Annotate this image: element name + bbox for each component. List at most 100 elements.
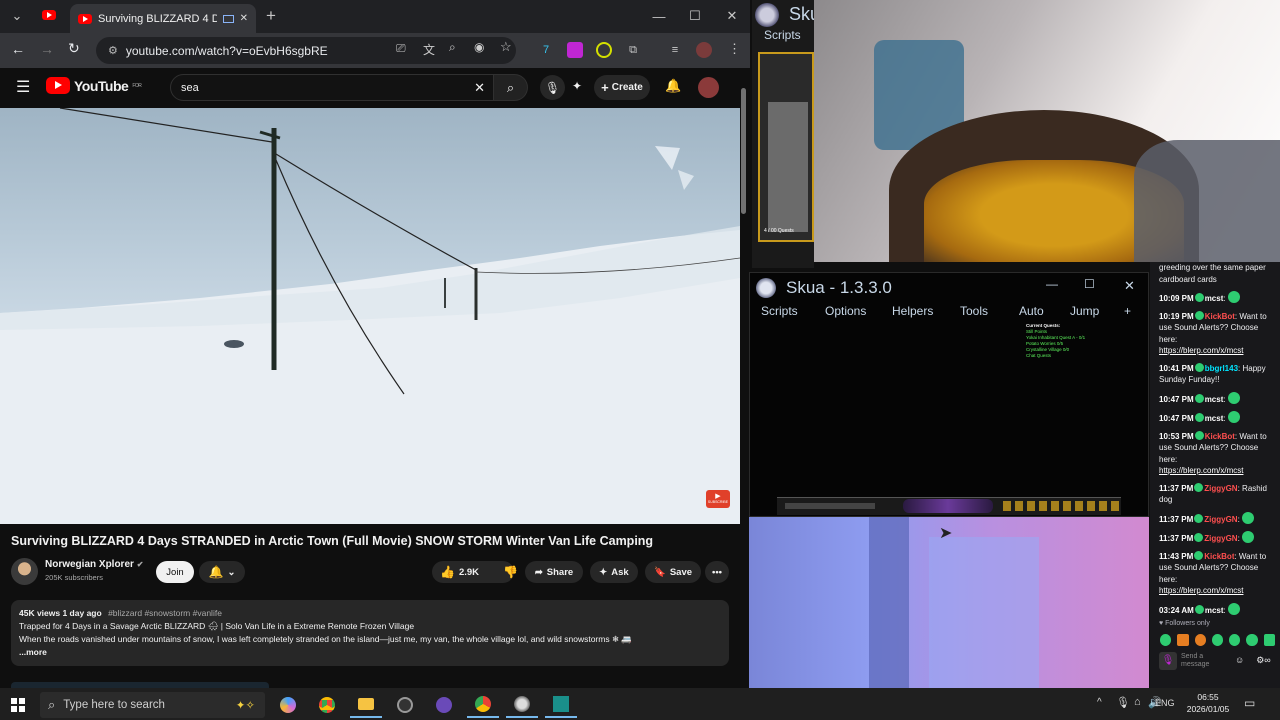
join-button[interactable]: Join bbox=[156, 561, 194, 583]
profile-avatar[interactable] bbox=[696, 42, 712, 58]
skua-top-scripts-menu[interactable]: Scripts bbox=[764, 28, 801, 42]
voice-search-button[interactable]: 🎙 bbox=[540, 75, 565, 100]
forward-arrow-icon[interactable]: → bbox=[40, 41, 54, 57]
video-description[interactable]: 45K views 1 day ago #blizzard #snowstorm… bbox=[11, 600, 729, 666]
chat-username[interactable]: ZiggyGN bbox=[1204, 534, 1237, 543]
channel-name[interactable]: Norwegian Xplorer ✔ bbox=[45, 559, 143, 570]
tab-close-icon[interactable]: ✕ bbox=[240, 13, 248, 24]
chat-username[interactable]: ZiggyGN bbox=[1204, 484, 1237, 493]
taskbar-skua[interactable] bbox=[506, 692, 538, 718]
emote-icon[interactable] bbox=[1177, 633, 1189, 646]
minimize-button[interactable]: — bbox=[646, 3, 672, 29]
skua-minimize-button[interactable]: — bbox=[1046, 277, 1058, 291]
taskbar-search-box[interactable]: ⌕ Type here to search ✦✧ bbox=[40, 692, 265, 718]
skua-close-button[interactable]: ✕ bbox=[1124, 278, 1135, 294]
emote-icon[interactable] bbox=[1211, 633, 1224, 646]
extension-3-icon[interactable] bbox=[596, 42, 612, 58]
emote-icon[interactable] bbox=[1194, 633, 1206, 646]
emote-icon[interactable] bbox=[1263, 633, 1275, 646]
chat-username[interactable]: ZiggyGN bbox=[1204, 515, 1237, 524]
hamburger-menu-icon[interactable]: ☰ bbox=[16, 77, 30, 97]
hashtags[interactable]: #blizzard #snowstorm #vanlife bbox=[108, 608, 222, 618]
skill-slots[interactable] bbox=[903, 499, 993, 513]
emote-icon[interactable] bbox=[1229, 633, 1241, 646]
chrome-menu-icon[interactable]: ⋮ bbox=[728, 41, 741, 57]
url-text[interactable]: youtube.com/watch?v=oEvbH6sgbRE bbox=[126, 44, 328, 58]
chat-username[interactable]: mcst bbox=[1205, 395, 1224, 404]
zoom-icon[interactable]: ⌕ bbox=[449, 40, 456, 55]
save-button[interactable]: 🔖 Save bbox=[645, 561, 701, 583]
youtube-search-input[interactable]: sea ✕ bbox=[170, 74, 494, 101]
start-button[interactable] bbox=[2, 692, 34, 718]
create-button[interactable]: + Create bbox=[594, 75, 650, 100]
mic-badge-icon[interactable]: 🎙 bbox=[1159, 651, 1177, 670]
chat-send-input[interactable]: Send a message bbox=[1181, 653, 1231, 669]
show-more-link[interactable]: ...more bbox=[19, 646, 721, 659]
taskbar-app-4[interactable] bbox=[389, 692, 421, 718]
thumbs-down-icon[interactable]: 👎 bbox=[503, 565, 518, 579]
skua-menu-options[interactable]: Options bbox=[825, 304, 866, 318]
notification-center-icon[interactable]: ▭ bbox=[1244, 696, 1255, 710]
chat-username[interactable]: KickBot bbox=[1205, 312, 1235, 321]
account-avatar[interactable] bbox=[698, 77, 719, 98]
taskbar-copilot[interactable] bbox=[272, 692, 304, 718]
skua-menu-add[interactable]: + bbox=[1124, 304, 1131, 318]
translate-icon[interactable]: 文 bbox=[423, 41, 435, 58]
reload-icon[interactable]: ↻ bbox=[68, 40, 80, 57]
like-button[interactable]: 👍 2.9K bbox=[440, 565, 479, 579]
cast-icon[interactable]: ⎚ bbox=[396, 41, 406, 56]
tray-overflow-icon[interactable]: ^ bbox=[1097, 697, 1102, 708]
extension-1-icon[interactable]: 7 bbox=[538, 42, 554, 58]
chat-username[interactable]: mcst bbox=[1205, 294, 1224, 303]
clear-search-icon[interactable]: ✕ bbox=[474, 80, 485, 96]
share-button[interactable]: ➦ Share bbox=[525, 561, 583, 583]
chat-username[interactable]: mcst bbox=[1205, 414, 1224, 423]
skua-menu-auto[interactable]: Auto bbox=[1019, 304, 1044, 318]
tray-microphone-icon[interactable]: 🎙 bbox=[1116, 696, 1130, 709]
search-button[interactable]: ⌕ bbox=[494, 74, 528, 101]
ask-button[interactable]: ✦ Ask bbox=[590, 561, 638, 583]
channel-avatar[interactable] bbox=[11, 558, 38, 585]
chat-username[interactable]: KickBot bbox=[1205, 432, 1235, 441]
skua-menu-tools[interactable]: Tools bbox=[960, 304, 988, 318]
chat-link[interactable]: https://blerp.com/x/mcst bbox=[1159, 346, 1243, 355]
more-actions-button[interactable]: ••• bbox=[705, 561, 729, 583]
emote-icon[interactable] bbox=[1160, 633, 1172, 646]
skua-menu-scripts[interactable]: Scripts bbox=[761, 304, 798, 318]
video-player[interactable]: ▶ SUBSCRIBE bbox=[0, 108, 740, 524]
media-control-icon[interactable]: ≡ bbox=[667, 42, 683, 58]
notifications-bell-icon[interactable]: 🔔 bbox=[665, 78, 681, 94]
youtube-logo[interactable]: YouTube FOR bbox=[46, 77, 142, 94]
taskbar-file-explorer[interactable] bbox=[350, 692, 382, 718]
taskbar-app-5[interactable] bbox=[428, 692, 460, 718]
active-tab[interactable]: Surviving BLIZZARD 4 Days ✕ bbox=[70, 4, 256, 33]
skua-menu-jump[interactable]: Jump bbox=[1070, 304, 1099, 318]
chat-link[interactable]: https://blerp.com/x/mcst bbox=[1159, 586, 1243, 595]
emoji-picker-icon[interactable]: ☺ bbox=[1235, 655, 1244, 667]
emote-icon[interactable] bbox=[1246, 633, 1258, 646]
bookmark-star-icon[interactable]: ☆ bbox=[500, 39, 512, 55]
close-window-button[interactable]: ✕ bbox=[719, 3, 745, 29]
subscribed-bell-button[interactable]: 🔔 ⌄ bbox=[199, 561, 245, 583]
back-arrow-icon[interactable]: ← bbox=[11, 41, 25, 57]
new-tab-button[interactable]: + bbox=[258, 3, 284, 29]
site-info-icon[interactable]: ⚙ bbox=[108, 44, 118, 57]
extension-2-icon[interactable] bbox=[567, 42, 583, 58]
gamepad-icon[interactable]: ✦ bbox=[572, 79, 582, 93]
taskbar-chrome-1[interactable] bbox=[311, 692, 343, 718]
extensions-puzzle-icon[interactable]: ⧉ bbox=[625, 42, 641, 58]
input-language[interactable]: ENG bbox=[1155, 698, 1175, 708]
game-action-bar[interactable] bbox=[777, 497, 1121, 515]
chat-username[interactable]: mcst bbox=[1205, 606, 1224, 615]
skua-menu-helpers[interactable]: Helpers bbox=[892, 304, 933, 318]
skua-maximize-button[interactable]: ☐ bbox=[1084, 277, 1095, 291]
chat-settings-icon[interactable]: ⚙∞ bbox=[1256, 655, 1270, 667]
scrollbar-thumb[interactable] bbox=[741, 88, 746, 214]
tracking-icon[interactable]: ◉ bbox=[474, 40, 484, 54]
taskbar-app-8[interactable] bbox=[545, 692, 577, 718]
chat-input-strip[interactable] bbox=[785, 503, 875, 509]
system-clock[interactable]: 06:55 2026/01/05 bbox=[1183, 691, 1233, 715]
subscribe-watermark[interactable]: ▶ SUBSCRIBE bbox=[706, 490, 730, 508]
network-icon[interactable]: ⌂ bbox=[1134, 696, 1141, 708]
chat-username[interactable]: KickBot bbox=[1204, 552, 1234, 561]
